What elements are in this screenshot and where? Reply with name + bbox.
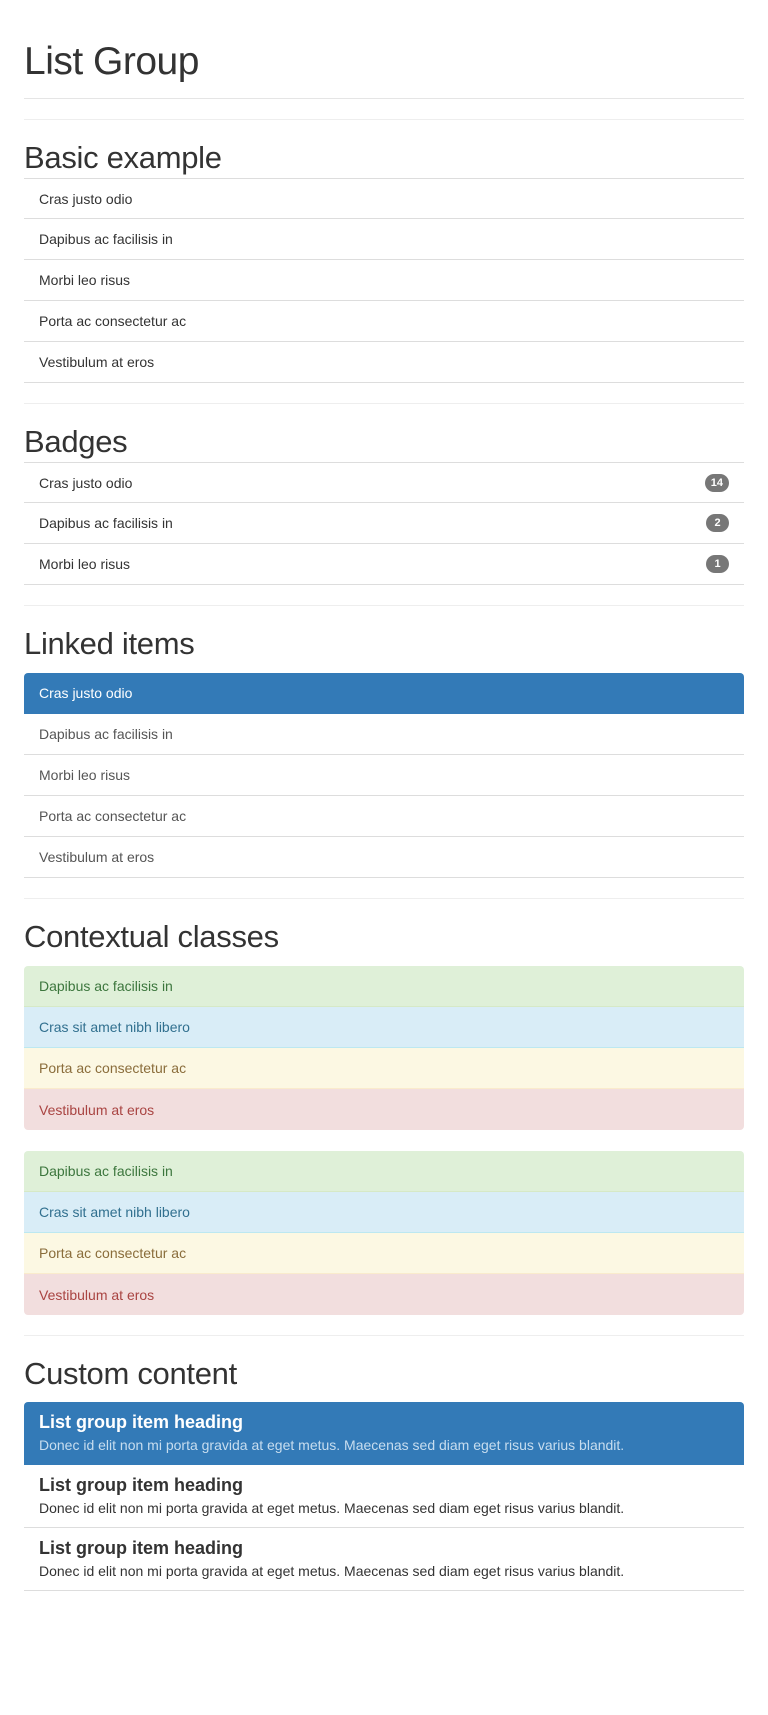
linked-item[interactable]: Morbi leo risus (24, 755, 744, 796)
contextual-list-group: Dapibus ac facilisis in Cras sit amet ni… (24, 966, 744, 1130)
linked-item-success[interactable]: Dapibus ac facilisis in (24, 1151, 744, 1192)
custom-item-text: Donec id elit non mi porta gravida at eg… (39, 1437, 625, 1453)
linked-item-active[interactable]: Cras justo odio (24, 673, 744, 714)
linked-item[interactable]: Vestibulum at eros (24, 837, 744, 878)
list-item-success: Dapibus ac facilisis in (24, 966, 744, 1007)
list-item-warning: Porta ac consectetur ac (24, 1048, 744, 1089)
count-badge: 14 (704, 474, 729, 492)
section-title-badges: Badges (24, 424, 128, 459)
section-divider (24, 1335, 744, 1336)
custom-item[interactable]: List group item heading Donec id elit no… (24, 1528, 744, 1591)
list-item-info: Cras sit amet nibh libero (24, 1007, 744, 1048)
section-title-contextual: Contextual classes (24, 919, 279, 954)
section-divider (24, 605, 744, 606)
section-divider (24, 119, 744, 120)
list-item-danger: Vestibulum at eros (24, 1089, 744, 1130)
custom-item-heading: List group item heading (39, 1475, 244, 1495)
list-item-label: Morbi leo risus (39, 556, 131, 572)
linked-item[interactable]: Dapibus ac facilisis in (24, 714, 744, 755)
list-item: Dapibus ac facilisis in 2 (24, 503, 744, 544)
page-title: List Group (24, 0, 744, 99)
custom-item[interactable]: List group item heading Donec id elit no… (24, 1465, 744, 1528)
linked-item[interactable]: Porta ac consectetur ac (24, 796, 744, 837)
list-item: Dapibus ac facilisis in (24, 219, 744, 260)
basic-list-group: Cras justo odio Dapibus ac facilisis in … (24, 178, 744, 383)
linked-item-danger[interactable]: Vestibulum at eros (24, 1274, 744, 1315)
section-divider (24, 898, 744, 899)
list-item: Morbi leo risus 1 (24, 544, 744, 585)
custom-item-active[interactable]: List group item heading Donec id elit no… (24, 1402, 744, 1465)
custom-item-heading: List group item heading (39, 1412, 244, 1432)
custom-list-group: List group item heading Donec id elit no… (24, 1402, 744, 1591)
list-item-label: Cras justo odio (39, 474, 133, 491)
section-title-linked: Linked items (24, 626, 195, 661)
count-badge: 2 (706, 514, 729, 532)
section-divider (24, 403, 744, 404)
list-item: Cras justo odio 14 (24, 462, 744, 503)
custom-item-text: Donec id elit non mi porta gravida at eg… (39, 1563, 625, 1579)
linked-item-info[interactable]: Cras sit amet nibh libero (24, 1192, 744, 1233)
count-badge: 1 (706, 555, 729, 573)
list-item: Vestibulum at eros (24, 342, 744, 383)
contextual-linked-list-group: Dapibus ac facilisis in Cras sit amet ni… (24, 1151, 744, 1315)
linked-item-warning[interactable]: Porta ac consectetur ac (24, 1233, 744, 1274)
custom-item-heading: List group item heading (39, 1538, 244, 1558)
custom-item-text: Donec id elit non mi porta gravida at eg… (39, 1500, 625, 1516)
list-item: Morbi leo risus (24, 260, 744, 301)
linked-list-group: Cras justo odio Dapibus ac facilisis in … (24, 673, 744, 878)
badges-list-group: Cras justo odio 14 Dapibus ac facilisis … (24, 462, 744, 585)
list-item: Porta ac consectetur ac (24, 301, 744, 342)
section-title-custom: Custom content (24, 1356, 237, 1391)
list-item-label: Dapibus ac facilisis in (39, 515, 173, 531)
section-title-basic: Basic example (24, 140, 222, 175)
list-item: Cras justo odio (24, 178, 744, 219)
page: List Group Basic example Cras justo odio… (24, 0, 744, 1591)
